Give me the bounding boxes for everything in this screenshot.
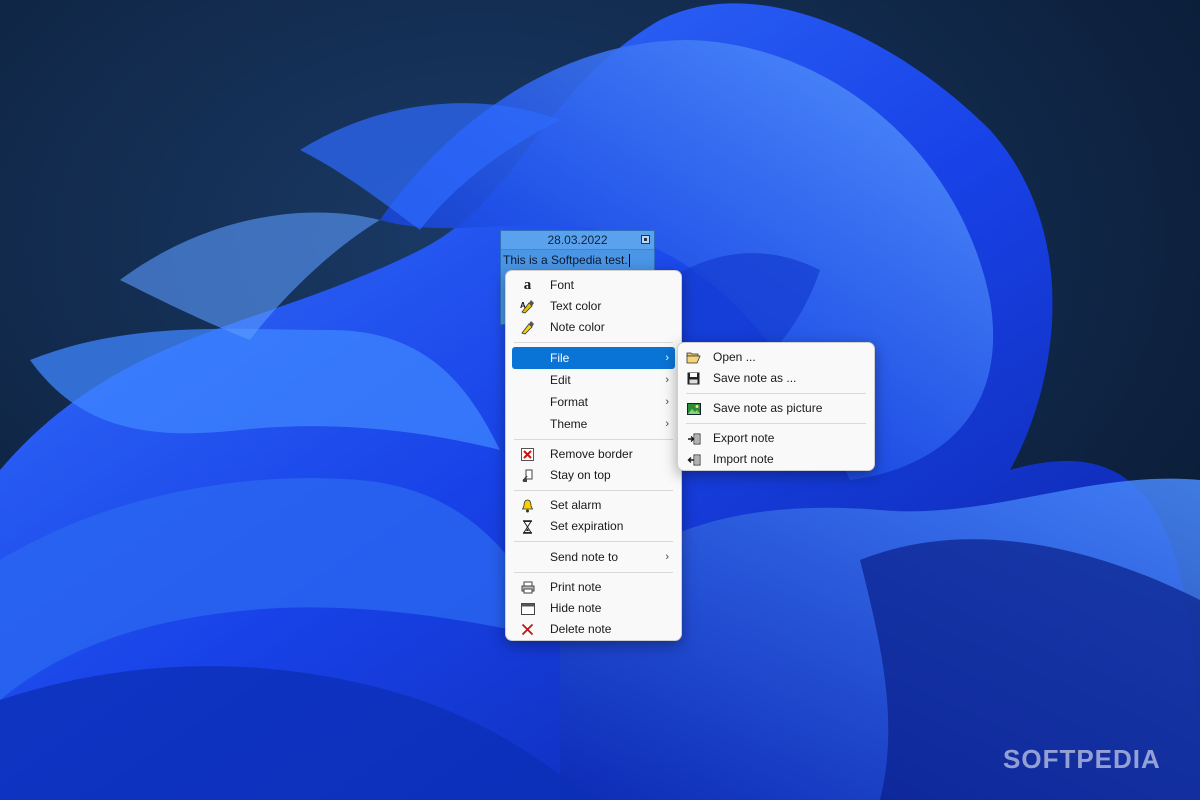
chevron-right-icon: › [665, 551, 669, 563]
chevron-right-icon: › [665, 374, 669, 386]
font-icon: a [523, 277, 532, 293]
delete-icon [520, 622, 535, 637]
menu-item-note-color[interactable]: Note color [512, 317, 675, 338]
menu-item-label: Note color [550, 320, 605, 334]
remove-border-icon [520, 447, 535, 462]
menu-item-label: Set expiration [550, 519, 624, 533]
menu-item-label: File [550, 351, 570, 365]
floppy-disk-icon [686, 371, 701, 386]
menu-item-format[interactable]: Format › [512, 391, 675, 413]
menu-item-label: Delete note [550, 622, 612, 636]
picture-icon [686, 401, 701, 416]
menu-item-label: Save note as picture [713, 401, 823, 415]
menu-item-stay-on-top[interactable]: Stay on top [512, 465, 675, 486]
note-context-menu: a Font A Text color Note color File › Ed… [505, 270, 682, 641]
menu-item-label: Text color [550, 299, 602, 313]
menu-separator [514, 572, 673, 573]
menu-item-label: Edit [550, 373, 571, 387]
menu-item-remove-border[interactable]: Remove border [512, 444, 675, 465]
menu-item-label: Hide note [550, 601, 602, 615]
menu-item-font[interactable]: a Font [512, 275, 675, 296]
folder-open-icon [686, 350, 701, 365]
note-text-area[interactable]: This is a Softpedia test. [501, 250, 654, 270]
menu-item-text-color[interactable]: A Text color [512, 296, 675, 317]
text-color-icon: A [520, 299, 535, 314]
softpedia-watermark: SOFTPEDIA [1003, 744, 1161, 774]
text-caret [628, 254, 630, 268]
menu-item-label: Theme [550, 417, 588, 431]
menu-item-print-note[interactable]: Print note [512, 577, 675, 598]
menu-separator [686, 423, 866, 424]
menu-item-theme[interactable]: Theme › [512, 413, 675, 435]
menu-item-label: Stay on top [550, 468, 611, 482]
menu-item-send-note-to[interactable]: Send note to › [512, 546, 675, 568]
chevron-right-icon: › [665, 418, 669, 430]
menu-separator [514, 490, 673, 491]
file-submenu: Open ... Save note as ... Save note as p… [677, 342, 875, 471]
menu-item-label: Font [550, 278, 575, 292]
note-text: This is a Softpedia test. [503, 253, 628, 267]
menu-separator [514, 541, 673, 542]
menu-item-label: Set alarm [550, 498, 602, 512]
menu-item-open[interactable]: Open ... [684, 347, 868, 368]
printer-icon [520, 580, 535, 595]
note-date: 28.03.2022 [547, 233, 608, 247]
menu-item-label: Format [550, 395, 589, 409]
menu-item-set-expiration[interactable]: Set expiration [512, 516, 675, 537]
menu-item-set-alarm[interactable]: Set alarm [512, 495, 675, 516]
menu-item-save-note-as-picture[interactable]: Save note as picture [684, 398, 868, 419]
note-color-icon [520, 320, 535, 335]
stay-on-top-icon [520, 468, 535, 483]
menu-separator [514, 439, 673, 440]
menu-item-label: Print note [550, 580, 602, 594]
menu-item-label: Save note as ... [713, 371, 797, 385]
menu-item-label: Open ... [713, 350, 756, 364]
menu-item-file[interactable]: File › [512, 347, 675, 369]
menu-item-import-note[interactable]: Import note [684, 449, 868, 470]
menu-item-label: Export note [713, 431, 775, 445]
chevron-right-icon: › [665, 396, 669, 408]
chevron-right-icon: › [665, 352, 669, 364]
window-icon [520, 601, 535, 616]
note-title-bar[interactable]: 28.03.2022 [501, 231, 654, 250]
hourglass-icon [520, 519, 535, 534]
svg-text:A: A [520, 301, 526, 310]
menu-item-delete-note[interactable]: Delete note [512, 619, 675, 640]
menu-separator [514, 342, 673, 343]
import-icon [686, 452, 701, 467]
bell-icon [520, 498, 535, 513]
export-icon [686, 431, 701, 446]
menu-item-hide-note[interactable]: Hide note [512, 598, 675, 619]
menu-separator [686, 393, 866, 394]
menu-item-label: Send note to [550, 550, 619, 564]
menu-item-label: Remove border [550, 447, 633, 461]
menu-item-label: Import note [713, 452, 774, 466]
menu-item-save-note-as[interactable]: Save note as ... [684, 368, 868, 389]
menu-item-edit[interactable]: Edit › [512, 369, 675, 391]
note-menu-button[interactable] [641, 235, 650, 244]
menu-item-export-note[interactable]: Export note [684, 428, 868, 449]
